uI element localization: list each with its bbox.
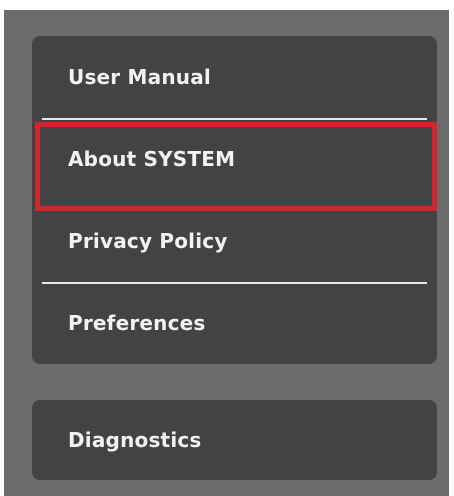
settings-screen: User Manual About SYSTEM Privacy Policy … <box>4 10 449 496</box>
menu-item-diagnostics[interactable]: Diagnostics <box>32 400 437 480</box>
main-menu-group: User Manual About SYSTEM Privacy Policy … <box>32 36 437 364</box>
menu-item-privacy-policy[interactable]: Privacy Policy <box>32 200 437 282</box>
menu-item-label: User Manual <box>68 65 211 89</box>
menu-item-preferences[interactable]: Preferences <box>32 282 437 364</box>
menu-item-about-system[interactable]: About SYSTEM <box>32 118 437 200</box>
menu-item-label: Diagnostics <box>68 428 202 452</box>
menu-item-label: Preferences <box>68 311 206 335</box>
menu-item-label: Privacy Policy <box>68 229 228 253</box>
menu-item-user-manual[interactable]: User Manual <box>32 36 437 118</box>
menu-item-label: About SYSTEM <box>68 147 236 171</box>
diagnostics-menu-group: Diagnostics <box>32 400 437 480</box>
